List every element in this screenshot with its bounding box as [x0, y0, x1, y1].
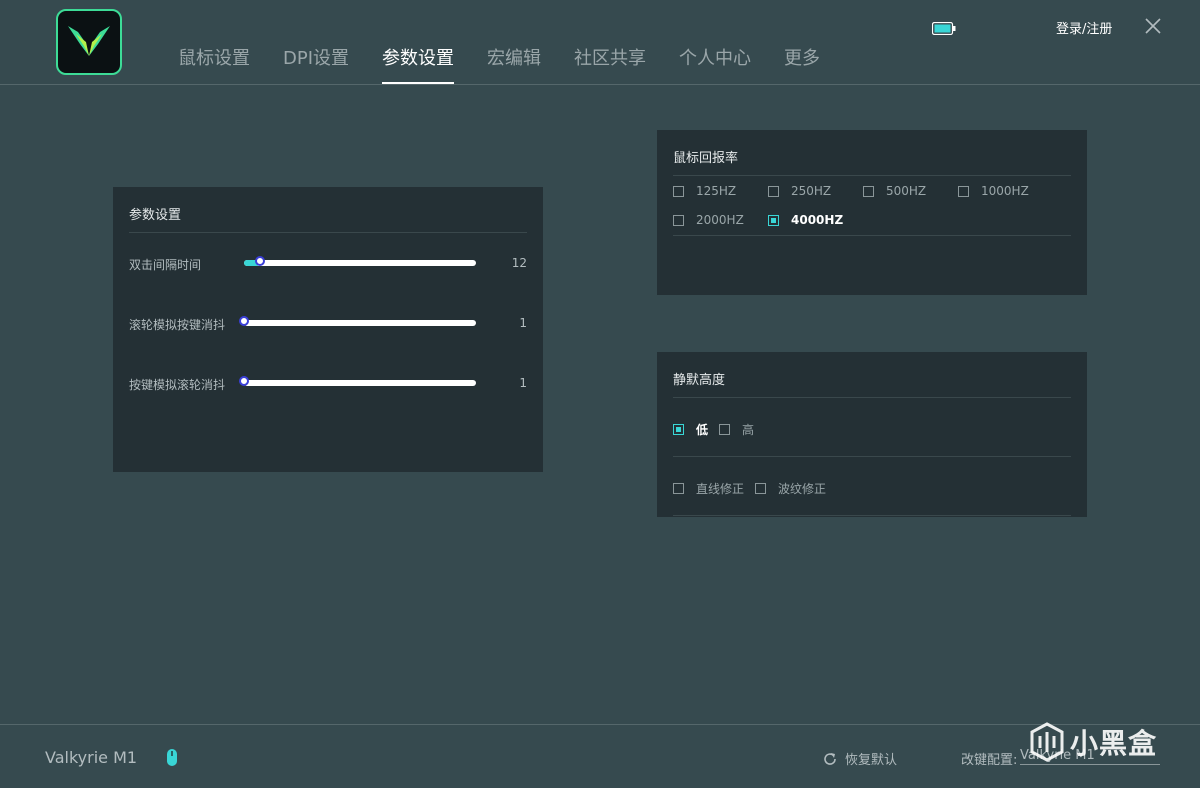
tab-dpi-settings[interactable]: DPI设置: [283, 44, 349, 70]
divider: [673, 397, 1071, 398]
height-low-checkbox[interactable]: 低: [673, 421, 708, 438]
refresh-icon: [824, 752, 836, 765]
checkbox-label: 低: [696, 423, 709, 437]
xiaoheihe-watermark: 小黑盒: [1030, 722, 1157, 762]
divider: [673, 515, 1071, 516]
key-wheel-debounce-value: 1: [519, 376, 527, 390]
slider-handle[interactable]: [239, 316, 249, 326]
checkbox-label: 250HZ: [791, 184, 832, 198]
checkbox-label: 高: [742, 423, 755, 437]
params-panel-title: 参数设置: [129, 208, 182, 223]
slider-handle[interactable]: [239, 376, 249, 386]
checkbox-box: [719, 424, 730, 435]
divider: [673, 235, 1071, 236]
key-wheel-debounce-label: 按键模拟滚轮消抖: [129, 378, 226, 392]
ripple-control-checkbox[interactable]: 波纹修正: [755, 480, 826, 497]
restore-default-label: 恢复默认: [845, 753, 898, 768]
divider: [129, 232, 527, 233]
checkbox-label: 波纹修正: [778, 482, 827, 496]
polling-rate-panel: 鼠标回报率 125HZ 250HZ 500HZ 1000HZ 2000HZ 40…: [657, 130, 1087, 295]
polling-250hz-checkbox[interactable]: 250HZ: [768, 184, 831, 198]
wheel-key-debounce-label: 滚轮模拟按键消抖: [129, 318, 226, 332]
checkbox-box: [673, 424, 684, 435]
mouse-icon: [167, 749, 177, 766]
restore-default-button[interactable]: 恢复默认: [822, 749, 897, 768]
tab-personal-center[interactable]: 个人中心: [679, 44, 751, 70]
polling-4000hz-checkbox[interactable]: 4000HZ: [768, 213, 843, 227]
battery-icon: [932, 22, 956, 35]
double-click-interval-value: 12: [511, 256, 527, 270]
checkbox-box: [673, 214, 684, 226]
key-wheel-debounce-slider[interactable]: [239, 376, 476, 386]
polling-2000hz-checkbox[interactable]: 2000HZ: [673, 213, 744, 227]
tab-parameter-settings[interactable]: 参数设置: [382, 44, 454, 84]
tab-more[interactable]: 更多: [784, 44, 820, 70]
polling-1000hz-checkbox[interactable]: 1000HZ: [958, 184, 1029, 198]
checkbox-box: [768, 214, 779, 226]
tab-community-share[interactable]: 社区共享: [574, 44, 646, 70]
checkbox-label: 1000HZ: [981, 184, 1029, 198]
key-config-label: 改键配置:: [961, 753, 1018, 768]
slider-handle[interactable]: [255, 256, 266, 266]
checkbox-label: 2000HZ: [696, 213, 744, 227]
checkbox-box: [863, 185, 874, 197]
checkbox-box: [755, 483, 766, 494]
params-panel: 参数设置 双击间隔时间 12 滚轮模拟按键消抖 1 按键模拟滚轮消抖 1: [113, 187, 543, 472]
header-divider: [0, 84, 1200, 85]
footer-divider: [0, 724, 1200, 725]
polling-500hz-checkbox[interactable]: 500HZ: [863, 184, 926, 198]
polling-rate-title: 鼠标回报率: [673, 151, 739, 166]
checkbox-label: 直线修正: [696, 482, 745, 496]
login-register-link[interactable]: 登录/注册: [1056, 18, 1112, 37]
close-icon[interactable]: [1143, 16, 1163, 36]
xiaoheihe-logo-icon: [1030, 722, 1064, 762]
checkbox-label: 500HZ: [886, 184, 927, 198]
tab-mouse-settings[interactable]: 鼠标设置: [178, 44, 250, 70]
wheel-key-debounce-value: 1: [519, 316, 527, 330]
tab-macro-editor[interactable]: 宏编辑: [487, 44, 541, 70]
double-click-interval-slider[interactable]: [244, 256, 476, 266]
checkbox-box: [673, 483, 684, 494]
watermark-text: 小黑盒: [1070, 727, 1158, 760]
divider: [673, 175, 1071, 176]
app-logo: [56, 9, 122, 75]
checkbox-label: 125HZ: [696, 184, 737, 198]
divider: [673, 456, 1071, 457]
valkyrie-wings-icon: [68, 26, 110, 56]
checkbox-label: 4000HZ: [791, 213, 844, 227]
checkbox-box: [958, 185, 969, 197]
angle-snapping-checkbox[interactable]: 直线修正: [673, 480, 744, 497]
lift-off-distance-title: 静默高度: [673, 373, 726, 388]
double-click-interval-label: 双击间隔时间: [129, 258, 202, 272]
height-high-checkbox[interactable]: 高: [719, 421, 754, 438]
checkbox-box: [673, 185, 684, 197]
polling-125hz-checkbox[interactable]: 125HZ: [673, 184, 736, 198]
lift-off-distance-panel: 静默高度 低 高 直线修正 波纹修正: [657, 352, 1087, 517]
wheel-key-debounce-slider[interactable]: [239, 316, 476, 326]
checkbox-box: [768, 185, 779, 197]
device-name: Valkyrie M1: [45, 748, 138, 767]
